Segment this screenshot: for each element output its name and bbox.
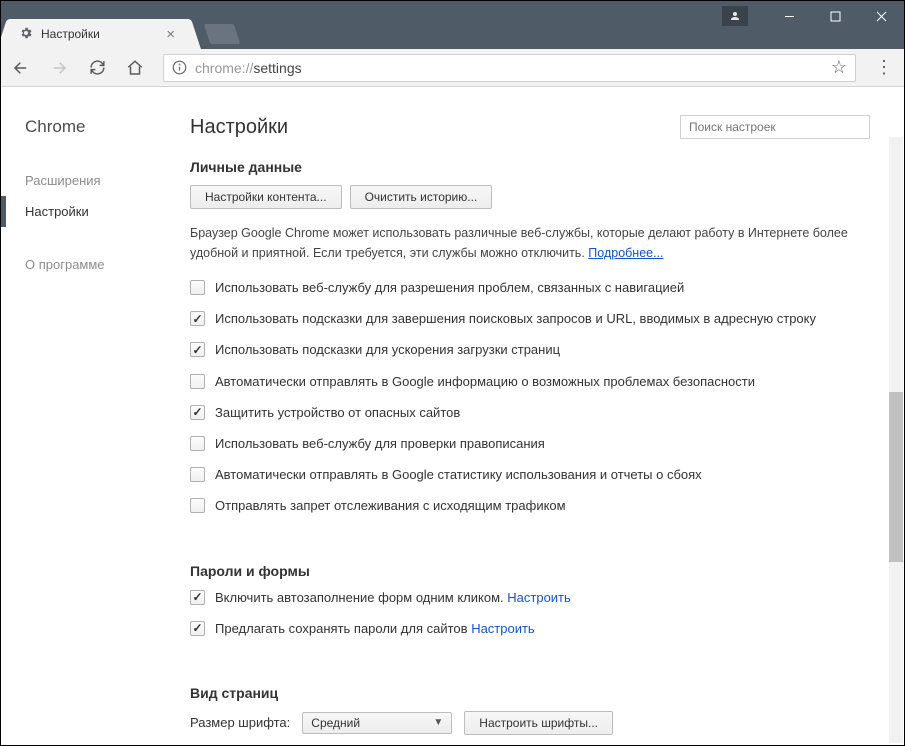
learn-more-link[interactable]: Подробнее... <box>588 246 663 260</box>
sidebar-item-about[interactable]: О программе <box>25 249 156 280</box>
browser-window: Настройки × chrome://settings ☆ ⋮ Chrome <box>0 0 905 746</box>
maximize-button[interactable] <box>812 1 858 31</box>
window-controls <box>722 1 904 31</box>
section-appearance-title: Вид страниц <box>190 685 870 701</box>
checkbox[interactable] <box>190 467 205 482</box>
font-size-row: Размер шрифта: Средний ▼ Настроить шрифт… <box>190 711 870 735</box>
tab-strip: Настройки × <box>1 1 237 49</box>
passwords-configure-link[interactable]: Настроить <box>471 621 535 636</box>
profile-button[interactable] <box>722 6 748 26</box>
close-window-button[interactable] <box>858 1 904 31</box>
option-autofill: Включить автозаполнение форм одним клико… <box>190 589 870 607</box>
option-save-passwords: Предлагать сохранять пароли для сайтов Н… <box>190 620 870 638</box>
checkbox[interactable] <box>190 590 205 605</box>
checkbox[interactable] <box>190 280 205 295</box>
content-area: Chrome Расширения Настройки О программе … <box>1 87 904 745</box>
font-size-select[interactable]: Средний ▼ <box>302 712 452 734</box>
minimize-button[interactable] <box>766 1 812 31</box>
content-settings-button[interactable]: Настройки контента... <box>190 185 342 209</box>
sidebar-item-extensions[interactable]: Расширения <box>25 165 156 196</box>
checkbox[interactable] <box>190 342 205 357</box>
main-panel: Настройки Личные данные Настройки контен… <box>156 87 904 745</box>
option-spellcheck-service: Использовать веб-службу для проверки пра… <box>190 435 870 453</box>
autofill-configure-link[interactable]: Настроить <box>507 590 571 605</box>
menu-button[interactable]: ⋮ <box>874 57 894 78</box>
option-usage-stats: Автоматически отправлять в Google статис… <box>190 466 870 484</box>
privacy-description: Браузер Google Chrome может использовать… <box>190 223 870 263</box>
option-navigation-errors: Использовать веб-службу для разрешения п… <box>190 279 870 297</box>
address-bar[interactable]: chrome://settings ☆ <box>163 54 856 82</box>
page-title: Настройки <box>190 116 288 139</box>
clear-history-button[interactable]: Очистить историю... <box>350 185 493 209</box>
checkbox[interactable] <box>190 311 205 326</box>
font-size-label: Размер шрифта: <box>190 715 290 730</box>
gear-icon <box>19 26 33 43</box>
close-tab-icon[interactable]: × <box>166 26 175 43</box>
caret-down-icon: ▼ <box>433 717 443 728</box>
option-security-reports: Автоматически отправлять в Google информ… <box>190 373 870 391</box>
checkbox[interactable] <box>190 405 205 420</box>
option-search-suggest: Использовать подсказки для завершения по… <box>190 310 870 328</box>
forward-button[interactable] <box>49 58 69 78</box>
customize-fonts-button[interactable]: Настроить шрифты... <box>464 711 613 735</box>
section-passwords-title: Пароли и формы <box>190 563 870 579</box>
brand-label: Chrome <box>25 117 156 137</box>
section-privacy-title: Личные данные <box>190 159 870 175</box>
toolbar: chrome://settings ☆ ⋮ <box>1 49 904 87</box>
option-do-not-track: Отправлять запрет отслеживания с исходящ… <box>190 497 870 515</box>
home-button[interactable] <box>125 58 145 78</box>
url-scheme: chrome:// <box>195 60 253 76</box>
new-tab-button[interactable] <box>204 24 240 44</box>
page-header: Настройки <box>190 115 870 139</box>
tab-settings[interactable]: Настройки × <box>9 19 189 49</box>
reload-button[interactable] <box>87 58 107 78</box>
bookmark-icon[interactable]: ☆ <box>831 57 847 78</box>
option-prefetch: Использовать подсказки для ускорения заг… <box>190 341 870 359</box>
sidebar: Chrome Расширения Настройки О программе <box>1 87 156 745</box>
search-input[interactable] <box>680 115 870 139</box>
scrollbar-thumb[interactable] <box>889 392 903 562</box>
checkbox[interactable] <box>190 436 205 451</box>
url-path: settings <box>253 60 301 76</box>
back-button[interactable] <box>11 58 31 78</box>
sidebar-item-settings[interactable]: Настройки <box>25 196 156 227</box>
option-safe-browsing: Защитить устройство от опасных сайтов <box>190 404 870 422</box>
checkbox[interactable] <box>190 374 205 389</box>
titlebar: Настройки × <box>1 1 904 49</box>
site-info-icon[interactable] <box>172 60 187 75</box>
checkbox[interactable] <box>190 621 205 636</box>
tab-title: Настройки <box>41 27 156 41</box>
checkbox[interactable] <box>190 498 205 513</box>
